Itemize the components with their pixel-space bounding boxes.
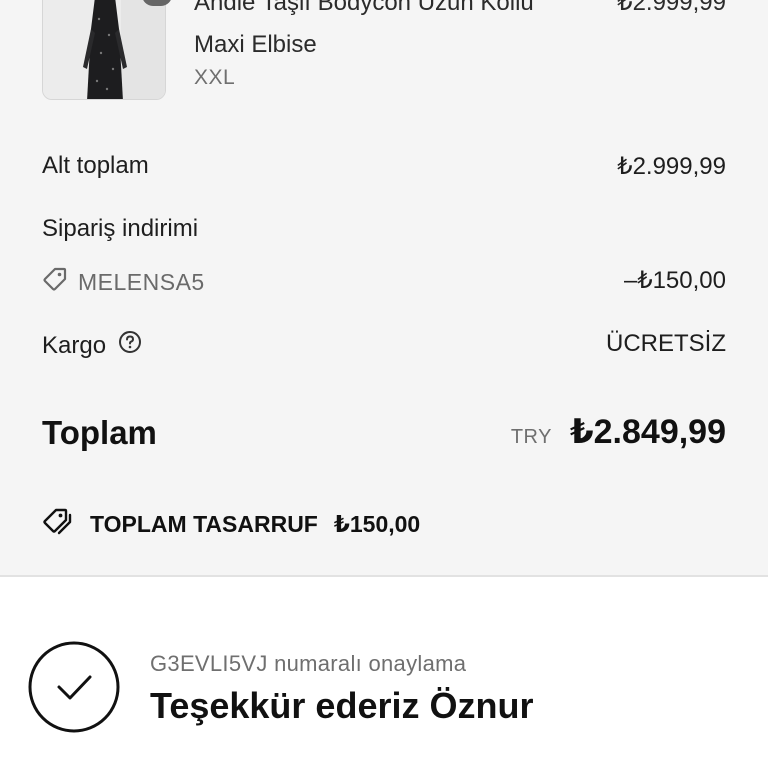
subtotal-label: Alt toplam xyxy=(42,152,149,179)
total-label: Toplam xyxy=(42,414,157,451)
help-circle-icon[interactable] xyxy=(118,330,142,361)
subtotal-value: ₺2.999,99 xyxy=(617,153,726,180)
shipping-label: Kargo xyxy=(42,331,107,359)
shipping-row: Kargo xyxy=(42,330,142,361)
total-amount: TRY ₺2.849,99 xyxy=(511,412,726,452)
product-thumbnail[interactable] xyxy=(42,0,166,100)
discount-label: Sipariş indirimi xyxy=(42,215,199,242)
confirmation-title: Teşekkür ederiz Öznur xyxy=(150,685,534,726)
discount-value: –₺150,00 xyxy=(623,267,726,294)
total-currency: TRY xyxy=(510,426,552,448)
product-price: ₺2.999,99 xyxy=(617,0,726,16)
order-summary: Andie Taşlı Bodycon Uzun Kollu Maxi Elbi… xyxy=(0,0,768,577)
savings-value: ₺150,00 xyxy=(333,510,421,537)
total-value: ₺2.849,99 xyxy=(569,413,726,451)
tag-icon xyxy=(42,266,68,298)
savings-label: TOPLAM TASARRUF xyxy=(90,510,318,537)
discount-code: MELENSA5 xyxy=(42,266,205,298)
discount-code-text: MELENSA5 xyxy=(78,268,205,295)
discount-tags-icon xyxy=(42,506,76,542)
total-savings: TOPLAM TASARRUF ₺150,00 xyxy=(42,506,420,542)
check-circle-icon xyxy=(28,641,120,733)
product-variant: XXL xyxy=(194,66,236,89)
shipping-value: ÜCRETSİZ xyxy=(606,330,726,357)
product-name: Andie Taşlı Bodycon Uzun Kollu Maxi Elbi… xyxy=(194,0,534,58)
order-confirmation: G3EVLI5VJ numaralı onaylama Teşekkür ede… xyxy=(0,579,768,768)
confirmation-number: G3EVLI5VJ numaralı onaylama xyxy=(150,651,467,676)
